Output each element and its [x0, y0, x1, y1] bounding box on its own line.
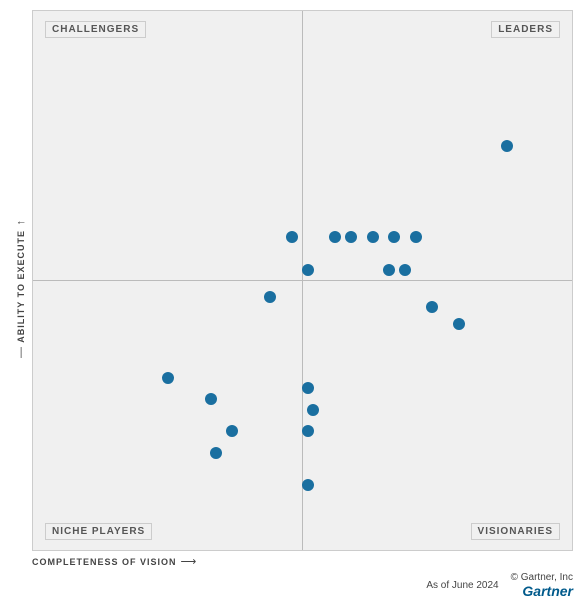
- dot-dot17: [210, 447, 222, 459]
- dot-dot3: [302, 264, 314, 276]
- quadrant-visionaries: [303, 281, 573, 551]
- y-axis-label-area: ↑ ABILITY TO EXECUTE —: [10, 10, 32, 568]
- dot-dot20: [302, 425, 314, 437]
- x-axis-row: COMPLETENESS OF VISION ⟶: [32, 555, 196, 568]
- x-axis-text: COMPLETENESS OF VISION: [32, 557, 177, 567]
- dot-dot1: [286, 231, 298, 243]
- x-axis-arrow: ⟶: [181, 555, 197, 568]
- magic-quadrant-container: ↑ ABILITY TO EXECUTE — CHALLENGERS LEADE…: [0, 0, 588, 609]
- y-axis-text: ABILITY TO EXECUTE: [16, 230, 26, 343]
- quadrant-leaders: [303, 11, 573, 281]
- dot-dot19: [307, 404, 319, 416]
- dot-dot4: [329, 231, 341, 243]
- chart-area: ↑ ABILITY TO EXECUTE — CHALLENGERS LEADE…: [10, 10, 573, 568]
- x-axis-area: COMPLETENESS OF VISION ⟶: [32, 551, 573, 568]
- dot-dot10: [399, 264, 411, 276]
- leaders-label: LEADERS: [491, 21, 560, 38]
- dot-dot2: [264, 291, 276, 303]
- dot-dot9: [383, 264, 395, 276]
- challengers-label: CHALLENGERS: [45, 21, 146, 38]
- footer-right: © Gartner, Inc Gartner: [511, 572, 573, 599]
- quadrant-challengers: [33, 11, 303, 281]
- dot-dot18: [302, 382, 314, 394]
- dot-dot11: [426, 301, 438, 313]
- dot-dot7: [388, 231, 400, 243]
- footer-brand: Gartner: [522, 583, 573, 599]
- chart-main: CHALLENGERS LEADERS NICHE PLAYERS VISION…: [32, 10, 573, 568]
- dot-dot15: [205, 393, 217, 405]
- footer-date: As of June 2024: [426, 580, 498, 591]
- dot-dot6: [367, 231, 379, 243]
- y-axis-arrow2: —: [15, 347, 27, 358]
- quadrant-grid: CHALLENGERS LEADERS NICHE PLAYERS VISION…: [32, 10, 573, 551]
- y-axis-arrow: ↑: [15, 220, 27, 226]
- niche-label: NICHE PLAYERS: [45, 523, 152, 540]
- dot-dot5: [345, 231, 357, 243]
- dot-dot14: [162, 372, 174, 384]
- footer: As of June 2024 © Gartner, Inc Gartner: [10, 568, 573, 599]
- dot-dot21: [302, 479, 314, 491]
- visionaries-label: VISIONARIES: [471, 523, 560, 540]
- dot-dot16: [226, 425, 238, 437]
- quadrant-niche: [33, 281, 303, 551]
- footer-copyright: © Gartner, Inc: [511, 572, 573, 583]
- dot-dot12: [453, 318, 465, 330]
- dot-dot13: [501, 140, 513, 152]
- dot-dot8: [410, 231, 422, 243]
